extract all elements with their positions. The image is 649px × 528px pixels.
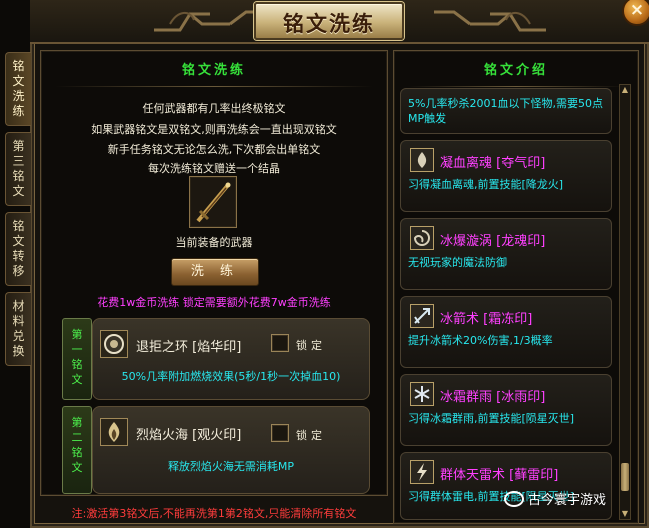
slot-inscription-name: 烈焰火海 [观火印] (136, 428, 242, 443)
title-ornament-left (154, 10, 266, 32)
close-icon[interactable]: × (622, 0, 649, 26)
info-line: 任何武器都有几率出终极铭文 (142, 102, 286, 115)
lock-label: 锁定 (296, 339, 326, 352)
wechat-logo-icon (504, 491, 524, 507)
info-line: 如果武器铭文是双铭文,则再洗练会一直出现双铭文 (91, 123, 337, 136)
watermark: 古今寰宇游戏 (498, 488, 612, 514)
lock-checkbox-first[interactable] (271, 334, 289, 352)
scroll-up-icon[interactable]: ▲ (620, 85, 630, 95)
list-item-name: 冰霜群雨 [冰雨印] (440, 390, 546, 405)
list-item-name: 冰爆漩涡 [龙魂印] (440, 234, 546, 249)
wash-panel-heading: 铭文洗练 (41, 51, 387, 87)
tab-third-inscription[interactable]: 第三铭文 (5, 132, 31, 206)
slot-label-second: 第二铭文 (62, 406, 92, 494)
inscription-slot-second (92, 406, 370, 494)
sword-icon (196, 182, 231, 223)
blood-icon (410, 148, 434, 172)
slot-effect-text: 释放烈焰火海无需消耗MP (167, 460, 295, 473)
tab-inscription-wash[interactable]: 铭文洗练 (5, 52, 31, 126)
list-item-desc: 提升冰箭术20%伤害,1/3概率 (408, 334, 553, 347)
intro-panel-heading: 铭文介绍 (394, 51, 638, 87)
scroll-down-icon[interactable]: ▼ (620, 509, 630, 519)
ice-arrow-icon (410, 304, 434, 328)
weapon-caption: 当前装备的武器 (175, 236, 253, 249)
flame-ring-icon (100, 330, 128, 358)
list-item-desc: 无视玩家的魔法防御 (408, 256, 507, 269)
info-line: 新手任务铭文无论怎么洗,下次都会出单铭文 (107, 143, 321, 156)
title-ornament-right (434, 10, 546, 32)
tab-material-exchange[interactable]: 材料兑换 (5, 292, 31, 366)
list-item-name: 群体天雷术 [藓雷印] (440, 468, 559, 483)
wash-button[interactable]: 洗 练 (171, 258, 259, 286)
list-item-desc: 习得冰霜群雨,前置技能[陨星灭世] (408, 412, 575, 425)
list-item-desc: 习得凝血离魂,前置技能[降龙火] (408, 178, 564, 191)
list-item-desc: 5%几率秒杀2001血以下怪物,需要50点MP触发 (408, 97, 603, 125)
vortex-icon (410, 226, 434, 250)
lock-checkbox-second[interactable] (271, 424, 289, 442)
slot-effect-text: 50%几率附加燃烧效果(5秒/1秒一次掉血10) (121, 370, 341, 383)
slot-label-first: 第一铭文 (62, 318, 92, 400)
equipped-weapon-slot[interactable] (189, 176, 237, 228)
thunder-icon (410, 460, 434, 484)
warning-text: 注:激活第3铭文后,不能再洗第1第2铭文,只能清除所有铭文 (71, 507, 357, 520)
tab-inscription-transfer[interactable]: 铭文转移 (5, 212, 31, 286)
scroll-thumb[interactable] (621, 463, 629, 491)
intro-scrollbar[interactable]: ▲ ▼ (619, 84, 631, 520)
lock-label: 锁定 (296, 429, 326, 442)
info-line: 每次洗练铭文赠送一个结晶 (148, 162, 280, 175)
list-item-name: 冰箭术 [霜冻印] (440, 312, 533, 327)
list-item-name: 凝血离魂 [夺气印] (440, 156, 546, 171)
inscription-slot-first (92, 318, 370, 400)
snowflake-icon (410, 382, 434, 406)
watermark-text: 古今寰宇游戏 (528, 493, 607, 508)
slot-inscription-name: 退拒之环 [焰华印] (136, 340, 242, 355)
fire-sea-icon (100, 418, 128, 446)
cost-text: 花费1w金币洗练 锁定需要额外花费7w金币洗练 (97, 296, 331, 309)
window-title: 铭文洗练 (283, 11, 375, 36)
